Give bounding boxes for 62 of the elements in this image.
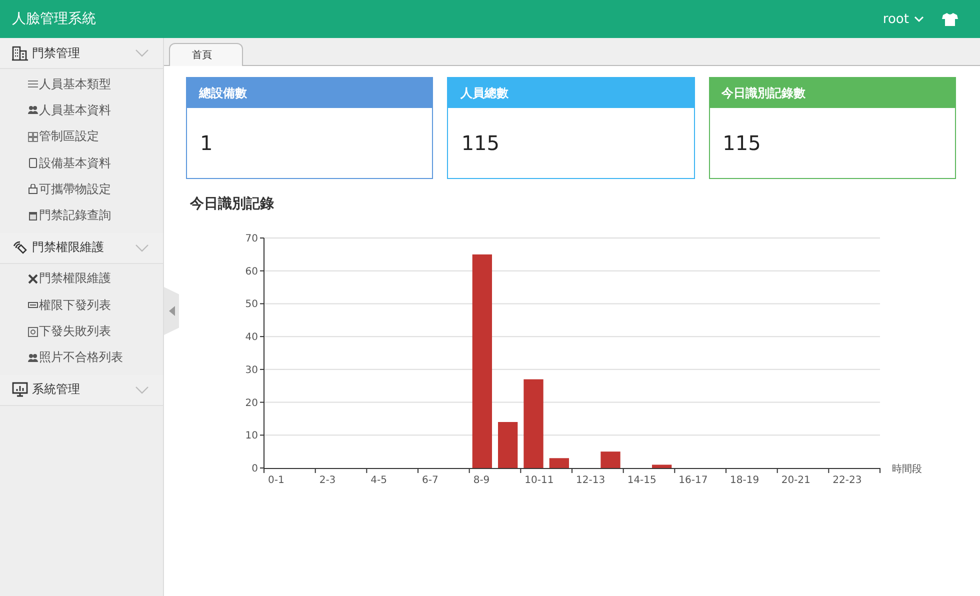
card-title: 今日識別記錄數 (710, 78, 955, 108)
x-tick-label: 4-5 (370, 475, 387, 486)
chevron-down-icon (135, 244, 149, 252)
stat-value: 115 (460, 130, 501, 157)
card-title: 總設備數 (187, 78, 432, 108)
x-tick-label: 14-15 (627, 475, 656, 486)
y-tick-label: 40 (245, 332, 258, 344)
sidebar-item[interactable]: 人員基本資料 (0, 97, 163, 124)
bar (498, 422, 518, 468)
chevron-down-icon (135, 386, 149, 394)
people-icon (28, 352, 38, 363)
shirt-icon[interactable] (942, 12, 958, 26)
x-tick-label: 22-23 (832, 475, 862, 486)
bar (549, 458, 569, 468)
stat-value: 1 (199, 130, 214, 157)
sidebar-item[interactable]: 人員基本類型 (0, 71, 163, 98)
chart-title: 今日識別記錄 (190, 195, 275, 213)
bar (652, 464, 672, 468)
card-icon (28, 300, 38, 310)
y-tick-label: 20 (245, 398, 258, 409)
y-tick-label: 30 (245, 364, 258, 376)
x-tick-label: 6-7 (422, 475, 438, 486)
chevron-down-icon (914, 16, 924, 22)
x-tick-label: 2-3 (319, 475, 336, 486)
sidebar-item[interactable]: 門禁記錄查詢 (0, 202, 163, 229)
sidebar-item[interactable]: 門禁權限維護 (0, 266, 163, 292)
image-icon (28, 326, 38, 337)
grid-icon (28, 132, 38, 142)
y-tick-label: 70 (245, 234, 258, 244)
x-tick-label: 12-13 (576, 475, 606, 486)
x-axis-title: 時間段 (892, 464, 922, 475)
y-tick-label: 60 (245, 266, 258, 278)
satellite-icon (12, 240, 28, 256)
sidebar-item[interactable]: 照片不合格列表 (0, 344, 163, 371)
sidebar-item[interactable]: 設備基本資料 (0, 150, 163, 176)
x-tick-label: 0-1 (268, 475, 284, 486)
calendar-icon (28, 210, 38, 221)
x-tick-label: 20-21 (781, 475, 810, 486)
sidebar-item[interactable]: 下發失敗列表 (0, 318, 163, 345)
app-title: 人臉管理系統 (12, 10, 96, 28)
caret-left-icon (168, 306, 174, 316)
monitor-icon (12, 382, 28, 398)
x-tick-label: 8-9 (473, 475, 490, 486)
device-icon (28, 158, 38, 168)
tab[interactable]: 首頁 (169, 43, 243, 66)
bag-icon (28, 184, 38, 194)
x-tick-label: 16-17 (678, 475, 708, 486)
chevron-down-icon (135, 49, 149, 57)
card-title: 人員總數 (448, 78, 694, 108)
sidebar-item[interactable]: 管制區設定 (0, 124, 163, 150)
y-tick-label: 50 (245, 299, 258, 310)
building-icon (12, 46, 28, 60)
x-tick-label: 10-11 (524, 475, 554, 486)
sidebar-item[interactable]: 可攜帶物設定 (0, 176, 163, 202)
list-icon (28, 79, 38, 90)
people-icon (28, 105, 38, 116)
stat-value: 115 (722, 130, 762, 157)
sidebar-item[interactable]: 權限下發列表 (0, 292, 163, 318)
x-tick-label: 18-19 (730, 475, 760, 486)
y-tick-label: 10 (245, 430, 258, 442)
bar (600, 452, 620, 468)
y-tick-label: 0 (252, 464, 258, 474)
